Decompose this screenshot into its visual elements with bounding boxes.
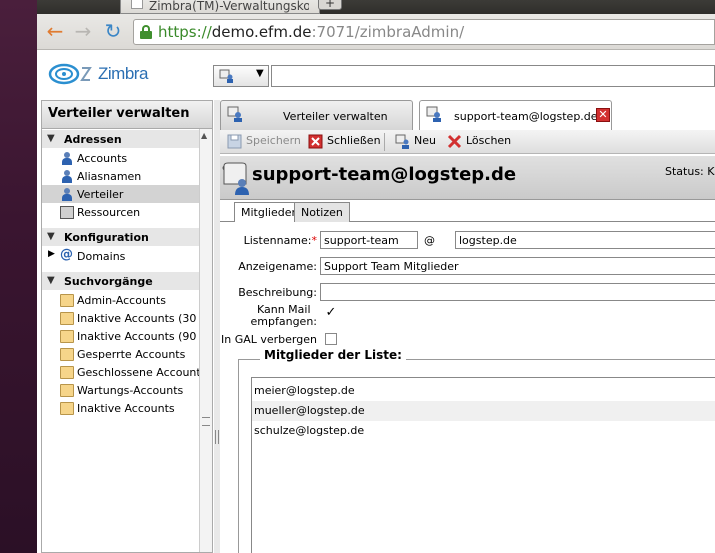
list-item[interactable]: schulze@logstep.de (252, 421, 715, 441)
new-tab-button[interactable]: + (318, 0, 342, 10)
sidebar-item-gesperrte[interactable]: Gesperrte Accounts (42, 345, 199, 363)
search-folder-icon (60, 294, 74, 307)
save-button[interactable]: Speichern (227, 134, 301, 150)
sidebar-item-verteiler[interactable]: Verteiler (42, 185, 199, 203)
delete-button[interactable]: Löschen (447, 134, 511, 150)
save-icon (227, 134, 242, 149)
lock-icon (140, 25, 152, 39)
chevron-down-icon: ▼ (256, 68, 264, 79)
new-button[interactable]: Neu (395, 134, 436, 150)
new-list-icon (395, 134, 409, 149)
search-folder-icon (60, 312, 74, 325)
desktop-background (0, 0, 37, 553)
scroll-up-icon[interactable]: ▲ (201, 131, 207, 140)
tab-mitglieder[interactable]: Mitglieder (234, 202, 303, 222)
search-type-icon (219, 69, 233, 83)
subtab-bar: Mitglieder Notizen (220, 200, 715, 222)
sidebar-item-geschlossene[interactable]: Geschlossene Accounts (42, 363, 199, 381)
sidebar-item-aliasnamen[interactable]: Aliasnamen (42, 167, 199, 185)
search-folder-icon (60, 384, 74, 397)
close-icon (308, 134, 323, 149)
listname-label: Listenname:* (243, 234, 317, 247)
receive-mail-checkbox[interactable]: ✓ (325, 306, 337, 320)
page-title: support-team@logstep.de (252, 164, 517, 185)
hide-gal-checkbox[interactable] (325, 333, 337, 345)
collapse-triangle-icon: ▼ (47, 275, 55, 286)
tab-label: support-team@logstep.de (454, 110, 598, 123)
scroll-grip[interactable] (202, 417, 210, 426)
tab-support-team[interactable]: support-team@logstep.de ✕ (419, 100, 612, 130)
list-item[interactable]: meier@logstep.de (252, 381, 715, 401)
browser-tab-title: Zimbra(TM)-Verwaltungskonsole (149, 0, 309, 13)
hide-gal-label: In GAL verbergen (221, 333, 317, 346)
reload-icon[interactable]: ↻ (101, 20, 125, 44)
search-input[interactable] (271, 65, 715, 87)
description-input[interactable] (320, 283, 715, 301)
toolbar-divider (384, 133, 385, 151)
app-tab-bar: Verteiler verwalten support-team@logstep… (220, 98, 715, 130)
distribution-list-icon (60, 188, 74, 201)
back-arrow-icon[interactable]: ← (43, 20, 67, 44)
status-label: Status: Ka (665, 165, 715, 178)
browser-tab[interactable]: Zimbra(TM)-Verwaltungskonsole (120, 0, 320, 14)
resize-grip-icon (215, 430, 219, 444)
section-suchvorgaenge[interactable]: ▼ Suchvorgänge (42, 272, 199, 290)
item-header: support-team@logstep.de Status: Ka (220, 156, 715, 200)
resource-icon (60, 206, 74, 219)
tab-verteiler-verwalten[interactable]: Verteiler verwalten (220, 100, 413, 130)
search-folder-icon (60, 330, 74, 343)
domain-input[interactable]: logstep.de (455, 231, 715, 249)
section-adressen[interactable]: ▼ Adressen (42, 130, 199, 148)
distribution-list-icon (227, 106, 242, 122)
zimbra-swirl-icon (48, 63, 92, 85)
alias-icon (60, 170, 74, 183)
expand-triangle-icon[interactable]: ▶ (48, 249, 55, 259)
displayname-label: Anzeigename: (238, 260, 317, 273)
tab-notizen[interactable]: Notizen (294, 202, 350, 222)
forward-arrow-icon[interactable]: → (71, 20, 95, 44)
close-icon[interactable]: ✕ (596, 108, 610, 122)
distribution-list-large-icon (222, 162, 249, 195)
at-sign-label: @ (424, 234, 435, 247)
member-form: Listenname:* support-team @ logstep.de A… (220, 222, 715, 553)
member-list[interactable]: meier@logstep.de mueller@logstep.de schu… (251, 377, 715, 553)
sidebar-item-admin-accounts[interactable]: Admin-Accounts (42, 291, 199, 309)
logo-text: Zimbra (98, 64, 148, 83)
search-folder-icon (60, 402, 74, 415)
address-bar[interactable]: https://demo.efm.de:7071/zimbraAdmin/ (133, 19, 715, 45)
search-folder-icon (60, 366, 74, 379)
listname-input[interactable]: support-team (320, 231, 418, 249)
section-konfiguration[interactable]: ▼ Konfiguration (42, 228, 199, 246)
favicon-icon (131, 0, 143, 9)
person-icon (60, 152, 74, 165)
sidebar-item-ressourcen[interactable]: Ressourcen (42, 203, 199, 221)
search-type-select[interactable]: ▼ (213, 65, 269, 87)
receive-mail-label: Kann Mail empfangen: (250, 303, 317, 328)
navigation-panel: Verteiler verwalten ▼ Adressen Accounts A… (41, 100, 213, 553)
displayname-input[interactable]: Support Team Mitglieder (320, 257, 715, 275)
delete-icon (447, 134, 462, 149)
sidebar-item-inaktive[interactable]: Inaktive Accounts (42, 399, 199, 417)
distribution-list-icon (426, 106, 441, 122)
status-value: Ka (707, 165, 715, 178)
description-label: Beschreibung: (238, 286, 317, 299)
url-text: https://demo.efm.de:7071/zimbraAdmin/ (158, 23, 465, 41)
close-button[interactable]: Schließen (308, 134, 381, 150)
collapse-triangle-icon: ▼ (47, 133, 55, 144)
sidebar-item-inaktive-90[interactable]: Inaktive Accounts (90 Tage) (42, 327, 199, 345)
panel-scrollbar[interactable]: ▲ (199, 129, 212, 552)
panel-title: Verteiler verwalten (42, 101, 212, 129)
zimbra-logo: Zimbra (48, 60, 178, 88)
sidebar-item-wartungs[interactable]: Wartungs-Accounts (42, 381, 199, 399)
sidebar-item-domains[interactable]: ▶ @ Domains (42, 247, 199, 265)
search-folder-icon (60, 348, 74, 361)
sidebar-item-inaktive-30[interactable]: Inaktive Accounts (30 Tage) (42, 309, 199, 327)
at-sign-icon: @ (60, 247, 73, 262)
tab-label: Verteiler verwalten (283, 110, 388, 123)
collapse-triangle-icon: ▼ (47, 231, 55, 242)
sidebar-item-accounts[interactable]: Accounts (42, 149, 199, 167)
members-legend: Mitglieder der Liste: (260, 348, 406, 362)
list-item[interactable]: mueller@logstep.de (252, 401, 715, 421)
action-toolbar: Speichern Schließen Neu Löschen (220, 130, 715, 154)
